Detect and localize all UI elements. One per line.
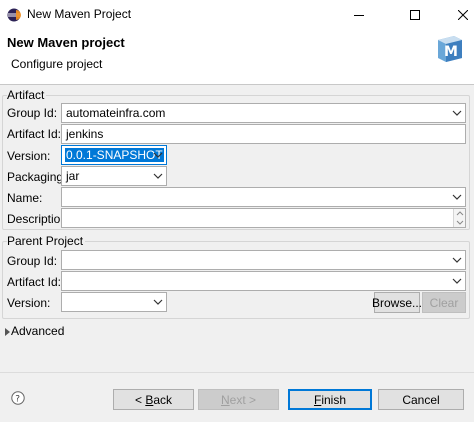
artifact-id-value: jenkins [66,127,104,141]
advanced-toggle[interactable]: Advanced [11,324,64,338]
parent-group-label: Parent Project [7,234,86,248]
clear-button[interactable]: Clear [422,292,466,313]
chevron-down-icon[interactable] [153,150,163,160]
parent-artifact-id-label: Artifact Id: [7,275,62,289]
parent-artifact-id-combo[interactable] [61,271,466,291]
parent-version-combo[interactable] [61,292,167,312]
minimize-icon[interactable] [336,0,382,30]
back-button[interactable]: < Back [113,389,194,410]
page-subtitle: Configure project [11,57,103,71]
name-label: Name: [7,191,43,205]
close-icon[interactable] [440,0,474,30]
version-combo[interactable]: 0.0.1-SNAPSHOT [61,145,167,165]
packaging-label: Packaging: [7,170,67,184]
next-button[interactable]: Next > [198,389,279,410]
cancel-button[interactable]: Cancel [378,389,464,410]
wizard-header: New Maven project Configure project M [0,30,474,84]
maximize-icon[interactable] [392,0,438,30]
artifact-id-field[interactable]: jenkins [61,124,466,144]
packaging-combo[interactable]: jar [61,166,167,186]
chevron-down-icon[interactable] [452,108,462,118]
browse-button[interactable]: Browse... [372,292,422,313]
help-icon[interactable]: ? [11,391,25,405]
description-scrollbar[interactable] [453,209,465,227]
chevron-down-icon[interactable] [153,171,163,181]
artifact-id-label: Artifact Id: [7,127,62,141]
group-id-value: automateinfra.com [66,106,166,120]
parent-version-label: Version: [7,296,51,310]
version-label: Version: [7,149,51,163]
footer-divider [0,372,474,373]
chevron-down-icon[interactable] [452,192,462,202]
window-title: New Maven Project [27,7,132,21]
header-divider [0,84,474,85]
name-combo[interactable] [61,187,466,207]
group-id-combo[interactable]: automateinfra.com [61,103,466,123]
parent-group-id-combo[interactable] [61,250,466,270]
page-title: New Maven project [7,35,125,50]
group-id-label: Group Id: [7,106,58,120]
chevron-down-icon[interactable] [452,255,462,265]
packaging-value: jar [66,169,80,183]
chevron-down-icon[interactable] [452,276,462,286]
finish-button[interactable]: Finish [288,389,372,410]
version-value: 0.0.1-SNAPSHOT [65,148,164,162]
title-bar: New Maven Project [0,0,474,30]
artifact-group-label: Artifact [7,88,47,102]
svg-text:?: ? [15,395,20,405]
maven-logo-icon: M [434,32,466,64]
description-field[interactable] [61,208,466,228]
eclipse-icon [7,8,21,22]
parent-group-id-label: Group Id: [7,254,58,268]
chevron-down-icon[interactable] [153,297,163,307]
maven-logo-text: M [444,44,458,60]
